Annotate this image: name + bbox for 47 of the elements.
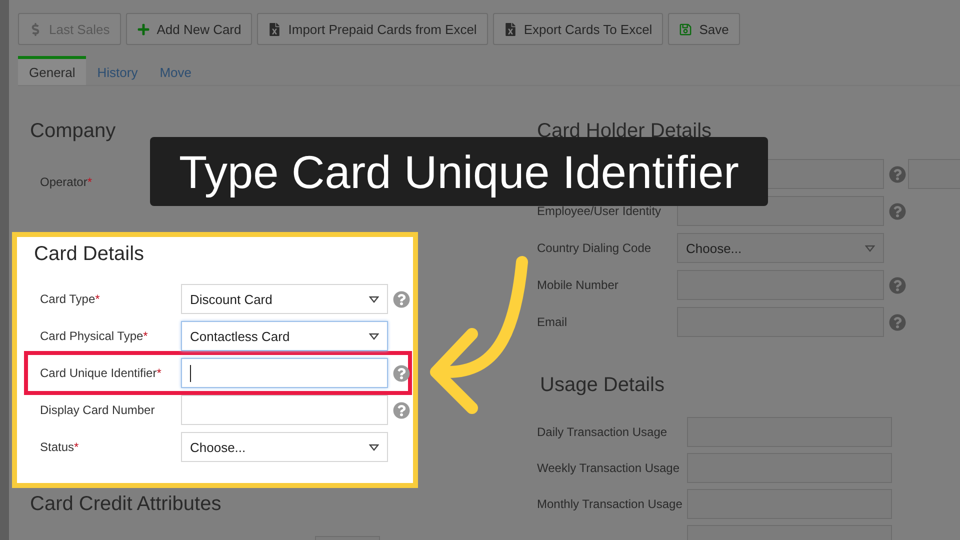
help-icon[interactable] [393, 402, 410, 418]
toolbar-button[interactable]: Export Cards To Excel [492, 13, 664, 45]
tab[interactable]: Move [148, 56, 202, 85]
field-label: Country Dialing Code [537, 241, 652, 255]
field-label: Weekly Transaction Usage [537, 461, 680, 475]
field-label: Status* [40, 440, 79, 454]
field-label: Email [537, 315, 568, 329]
text-field[interactable] [181, 358, 388, 388]
select-field[interactable]: Choose... [677, 233, 884, 263]
select-field[interactable]: Contactless Card [181, 321, 388, 351]
plus-icon [136, 22, 150, 36]
section-heading: Company [30, 119, 116, 143]
field-label: Monthly Transaction Usage [537, 497, 682, 511]
instruction-tooltip: Type Card Unique Identifier [150, 137, 768, 206]
dropdown-caret-icon [369, 332, 379, 340]
toolbar-button[interactable]: Save [668, 13, 740, 45]
field-label: Operator* [40, 175, 92, 189]
field-label: Card Type* [40, 292, 100, 306]
dollar-icon [29, 22, 42, 36]
dropdown-caret-icon [865, 244, 875, 252]
spreadsheet-file-icon [268, 22, 282, 36]
help-icon[interactable] [889, 276, 906, 294]
help-icon[interactable] [393, 290, 410, 308]
select-field[interactable]: Discount Card [181, 284, 388, 314]
tab[interactable]: History [86, 56, 149, 85]
field-label: Card Physical Type* [40, 329, 148, 343]
help-icon[interactable] [889, 202, 906, 220]
text-cursor [190, 364, 191, 382]
help-icon[interactable] [889, 166, 906, 182]
field-label: Employee/User Identity [537, 204, 662, 218]
field-label: Card Unique Identifier* [40, 366, 162, 380]
select-field[interactable]: Choose... [181, 432, 388, 462]
spreadsheet-file-icon [504, 22, 517, 36]
help-icon[interactable] [393, 364, 410, 382]
toolbar-button[interactable]: Add New Card [126, 13, 252, 45]
section-heading: Card Credit Attributes [30, 492, 222, 516]
field-label: Mobile Number [537, 278, 618, 292]
field-label: Daily Transaction Usage [537, 425, 668, 439]
toolbar-button[interactable]: Import Prepaid Cards from Excel [257, 13, 488, 45]
dropdown-caret-icon [369, 296, 379, 302]
help-icon[interactable] [889, 314, 906, 330]
field-label: Display Card Number [40, 403, 155, 417]
tab[interactable]: General [18, 56, 86, 85]
section-heading: Usage Details [540, 373, 665, 397]
section-heading: Card Details [34, 242, 144, 266]
save-icon [679, 22, 692, 36]
dropdown-caret-icon [369, 444, 379, 450]
